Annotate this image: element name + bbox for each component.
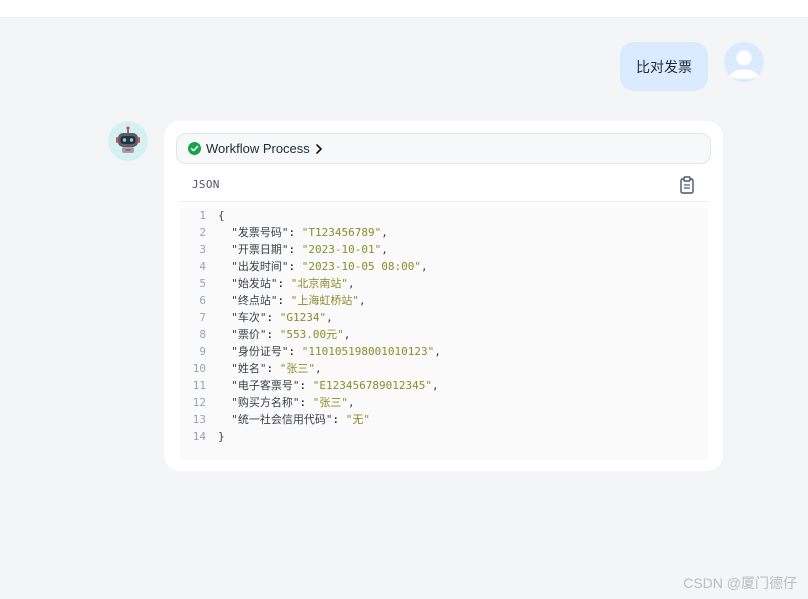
- line-number: 1: [199, 209, 206, 222]
- json-key: "终点站": [231, 294, 278, 307]
- json-value: "张三": [279, 362, 315, 375]
- clipboard-icon[interactable]: [679, 176, 695, 194]
- top-bar: [0, 0, 808, 18]
- code-line: 3 "开票日期": "2023-10-01",: [180, 241, 388, 258]
- code-line: 1{: [180, 207, 225, 224]
- check-circle-icon: [188, 142, 201, 155]
- code-brace: }: [218, 430, 225, 443]
- code-block-body: 1{2 "发票号码": "T123456789", 3 "开票日期": "2023…: [180, 207, 708, 460]
- json-key: "出发时间": [231, 260, 289, 273]
- line-number: 9: [199, 345, 206, 358]
- line-number: 6: [199, 294, 206, 307]
- line-number: 10: [192, 362, 206, 375]
- json-key: "电子客票号": [231, 379, 300, 392]
- line-number: 4: [199, 260, 206, 273]
- user-avatar-icon: [724, 42, 764, 82]
- json-comma: ,: [348, 396, 355, 409]
- json-comma: ,: [348, 277, 355, 290]
- json-key: "购买方名称": [231, 396, 300, 409]
- json-key: "始发站": [231, 277, 278, 290]
- line-number: 12: [192, 396, 206, 409]
- json-value: "110105198001010123": [301, 345, 435, 358]
- json-comma: ,: [381, 243, 388, 256]
- json-key: "发票号码": [231, 226, 289, 239]
- json-comma: ,: [431, 379, 439, 392]
- code-line: 2 "发票号码": "T123456789",: [180, 224, 388, 241]
- json-value: "上海虹桥站": [290, 294, 359, 307]
- user-message-bubble: 比对发票: [620, 42, 708, 91]
- code-line: 14}: [180, 428, 225, 445]
- code-line: 7 "车次": "G1234",: [180, 309, 333, 326]
- json-value: "G1234": [279, 311, 327, 324]
- code-line: 13 "统一社会信用代码": "无": [180, 411, 370, 428]
- json-key: "身份证号": [231, 345, 289, 358]
- json-value: "E123456789012345": [312, 379, 432, 392]
- line-number: 2: [199, 226, 206, 239]
- line-number: 7: [199, 311, 206, 324]
- json-comma: ,: [343, 328, 351, 341]
- bot-message-card: Workflow Process JSON 1{2 "发票号码": "T1234…: [164, 121, 723, 471]
- bot-avatar: [108, 121, 148, 161]
- json-value: "张三": [312, 396, 348, 409]
- json-comma: ,: [359, 294, 366, 307]
- code-line: 12 "购买方名称": "张三",: [180, 394, 355, 411]
- json-value: "北京南站": [290, 277, 348, 290]
- line-number: 14: [192, 430, 206, 443]
- json-key: "统一社会信用代码": [231, 413, 333, 426]
- code-language-label: JSON: [192, 178, 220, 191]
- code-line: 11 "电子客票号": "E123456789012345",: [180, 377, 439, 394]
- line-number: 3: [199, 243, 206, 256]
- json-comma: ,: [326, 311, 333, 324]
- json-key: "票价": [231, 328, 267, 341]
- code-line: 10 "姓名": "张三",: [180, 360, 322, 377]
- workflow-label: Workflow Process: [206, 141, 310, 156]
- watermark: CSDN @厦门德仔: [683, 575, 797, 591]
- json-key: "开票日期": [231, 243, 289, 256]
- json-comma: ,: [434, 345, 441, 358]
- json-key: "车次": [231, 311, 267, 324]
- json-value: "T123456789": [301, 226, 382, 239]
- line-number: 8: [199, 328, 206, 341]
- code-line: 8 "票价": "553.00元",: [180, 326, 350, 343]
- json-value: "2023-10-01": [301, 243, 382, 256]
- line-number: 5: [199, 277, 206, 290]
- robot-avatar-icon: [108, 121, 148, 161]
- json-key: "姓名": [231, 362, 267, 375]
- json-value: "553.00元": [279, 328, 344, 341]
- line-number: 13: [192, 413, 206, 426]
- code-line: 4 "出发时间": "2023-10-05 08:00",: [180, 258, 428, 275]
- line-number: 11: [192, 379, 206, 392]
- user-avatar: [724, 42, 764, 82]
- json-comma: ,: [420, 260, 428, 273]
- code-line: 6 "终点站": "上海虹桥站",: [180, 292, 366, 309]
- code-block-header: JSON: [180, 173, 708, 202]
- chevron-right-icon: [315, 143, 322, 154]
- code-line: 5 "始发站": "北京南站",: [180, 275, 355, 292]
- json-value: "2023-10-05 08:00": [301, 260, 421, 273]
- json-comma: ,: [315, 362, 322, 375]
- code-brace: {: [218, 209, 225, 222]
- user-message-text: 比对发票: [636, 58, 692, 75]
- code-line: 9 "身份证号": "110105198001010123",: [180, 343, 441, 360]
- json-comma: ,: [381, 226, 388, 239]
- json-value: "无": [345, 413, 370, 426]
- workflow-process-toggle[interactable]: Workflow Process: [176, 133, 711, 164]
